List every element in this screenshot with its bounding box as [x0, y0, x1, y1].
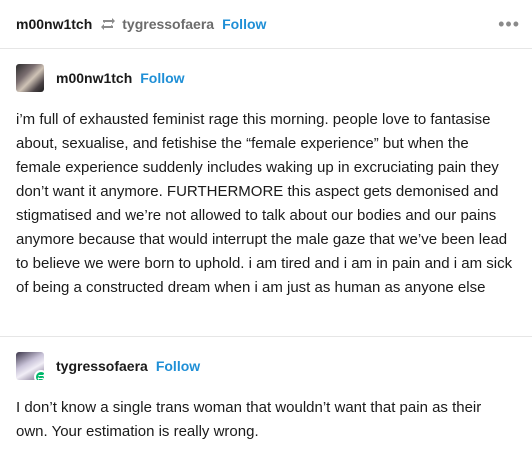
- poster-username[interactable]: m00nw1tch: [16, 16, 92, 32]
- header-divider: [0, 48, 532, 49]
- reblogged-from-username[interactable]: tygressofaera: [122, 16, 214, 32]
- post-author-follow-button[interactable]: Follow: [140, 70, 184, 86]
- reply-body-text: I don’t know a single trans woman that w…: [16, 399, 482, 440]
- post-header: m00nw1tch tygressofaera Follow •••: [0, 0, 532, 48]
- reblog-badge-icon: [34, 370, 44, 380]
- post-divider: [0, 336, 532, 337]
- avatar[interactable]: [16, 352, 44, 380]
- reblog-icon: [100, 17, 116, 31]
- header-follow-button[interactable]: Follow: [222, 16, 266, 32]
- avatar[interactable]: [16, 64, 44, 92]
- post-author-username[interactable]: m00nw1tch: [56, 70, 132, 86]
- post-author-row-2: tygressofaera Follow: [16, 352, 200, 380]
- reply-author-follow-button[interactable]: Follow: [156, 358, 200, 374]
- more-options-icon[interactable]: •••: [498, 14, 520, 35]
- post-body-text: i’m full of exhausted feminist rage this…: [16, 111, 513, 296]
- post-author-row-1: m00nw1tch Follow: [16, 64, 185, 92]
- reply-author-username[interactable]: tygressofaera: [56, 358, 148, 374]
